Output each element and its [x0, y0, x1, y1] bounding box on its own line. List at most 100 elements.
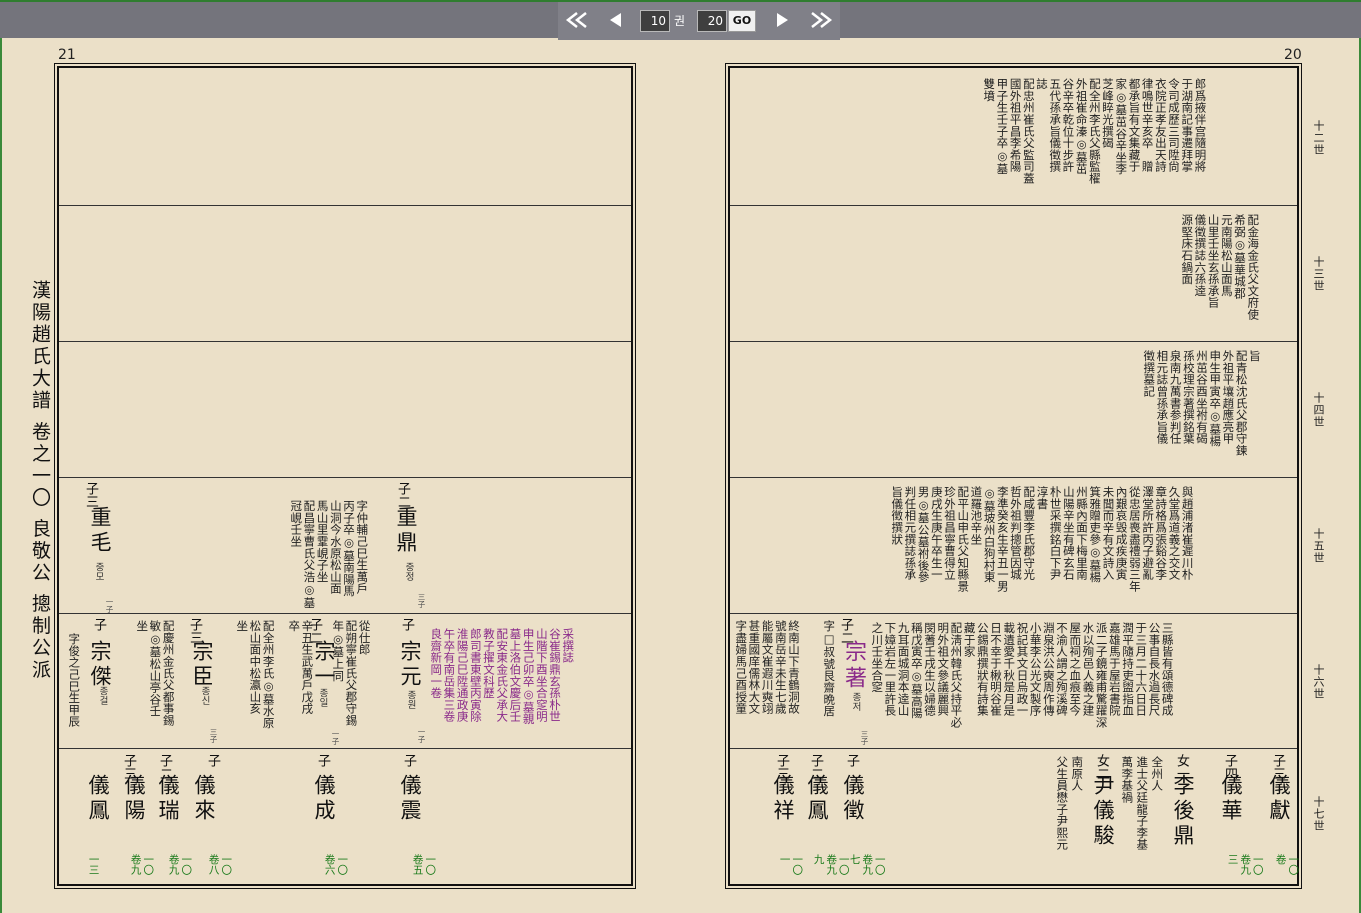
volume-reference: 一〇卷九三	[1226, 854, 1264, 875]
page-goto-input[interactable]: 20	[697, 10, 727, 32]
person-name: 尹儀駿	[1091, 774, 1115, 849]
text-column: 配慶州金氏父都事錫	[161, 620, 176, 727]
text-column: 都承旨有文集藏于	[1127, 78, 1142, 173]
person-name: 重毛	[88, 506, 112, 556]
text-column: 甲子生壬子卒◎墓	[995, 78, 1010, 175]
text-column: 丙子卒◎墓南陽馬	[342, 500, 357, 597]
text-column: 旨儀徵撰狀	[890, 486, 905, 545]
text-column: 州縣內面下梅里南	[1075, 486, 1090, 581]
text-column: 小華李公光文製序	[1028, 622, 1043, 717]
text-column: 良齋新岡一卷	[429, 628, 444, 699]
text-column: 澤堂所許丙子避亂	[1141, 486, 1156, 581]
text-column: 全州人	[1150, 756, 1165, 792]
text-column: 郎爲掖伴宫隨明將	[1193, 78, 1208, 173]
record-text: 旨配青松沈氏父郡守鍊 外祖平壤趙應亮甲 申生甲寅卒◎墓楊 州茁谷酉坐祔有碣 孫校理宗著撰…	[1142, 350, 1262, 474]
text-column: 谷崔錫鼎玄孫朴世	[548, 628, 563, 723]
child-count: 一子	[417, 728, 426, 743]
text-column: 國外祖平昌李希陽	[1008, 78, 1023, 173]
text-column: 配全州李氏◎墓水原	[261, 620, 276, 729]
person-name: 儀徵	[841, 774, 865, 824]
person-name: 儀鳳	[805, 774, 829, 824]
text-column: 馬山里䨣峴子坐	[315, 500, 330, 583]
volume-unit-label: 권	[674, 14, 686, 28]
text-column: 章詩格爲張谿谷李	[1154, 486, 1169, 581]
text-column: 從仕郎	[357, 620, 372, 656]
volume-reference: 一〇卷九七	[848, 854, 886, 875]
text-column: 道羅池辛坐	[969, 486, 984, 545]
text-column: 配安東金氏父承大	[495, 628, 510, 723]
korean-reading: 종일	[317, 688, 328, 707]
text-column: 之川壬坐合窆	[870, 622, 885, 693]
person-notes: 終南山下青鶴洞故 號南岳辛未生七歲 能屬文崔遐川奭翊 甚重國庠儒林大文 字盡婦馬己酉授童	[734, 620, 801, 740]
record-text: 三縣皆有頌德碑成 公事自長水過長尺 于三月二十六日日 潤平隨持吏盥指血 嘉雄馬于屋岩書院…	[870, 622, 1174, 746]
text-column: 判任相元撰誌孫承	[903, 486, 918, 581]
last-page-button[interactable]	[808, 10, 834, 32]
person-notes: 字□叔號艮齋晩居	[822, 620, 837, 717]
generation-label: 十六世	[1312, 664, 1325, 700]
child-count: 三子	[860, 730, 869, 745]
text-column: 源堅床石鍋面	[1180, 214, 1195, 285]
child-count: 三子	[209, 728, 218, 743]
text-column: 與趙浦渚崔遲川朴	[1180, 486, 1195, 581]
text-column: 配青松沈氏父郡守鍊	[1234, 350, 1249, 457]
spine-title: 漢陽趙氏大譜 卷之一〇 良敬公 摠制公派	[29, 280, 51, 682]
person-name: 儀瑞	[156, 774, 180, 824]
text-column: 孫校理宗著撰銘葉	[1181, 350, 1196, 445]
text-column: 家◎墓茁谷辛坐李	[1114, 78, 1129, 175]
text-column: 萬李基禍	[1120, 756, 1135, 804]
text-column: 珍外祖昌寧曹得立	[943, 486, 958, 581]
person-notes: 字仲輔己巳生萬戶 丙子卒◎墓南陽馬 山洞今水原松山面 馬山里䨣峴子坐 配昌寧曹氏父浩◎墓…	[289, 500, 369, 610]
text-column: 屋而祠之血痕至今	[1068, 622, 1083, 717]
text-column: 泉南九萬書参判任	[1168, 350, 1183, 445]
text-column: 谷辛卒乾位十步許	[1061, 78, 1076, 173]
volume-reference: 一〇卷八	[207, 854, 233, 875]
viewer-toolbar: 10 권 20 GO	[0, 0, 1361, 40]
go-button[interactable]: GO	[728, 10, 756, 32]
text-column: 字俊之己巳生甲辰	[67, 633, 82, 728]
person-notes-extra: 辛丑生武萬戶戊戌卒	[287, 620, 314, 740]
volume-reference: 一〇卷六	[323, 854, 349, 875]
double-right-icon	[811, 12, 833, 28]
spouse-column: 配昌寧曹氏父浩◎墓	[302, 500, 317, 609]
text-column: 配金海金氏父文府使	[1246, 214, 1261, 321]
text-column: 配咸豐李氏郡守光	[1022, 486, 1037, 581]
text-column: 儀徵撰誌六孫逵	[1193, 214, 1208, 297]
left-page-number: 21	[58, 47, 76, 63]
volume-input[interactable]: 10	[640, 10, 670, 32]
text-column: 山階下酉坐合窆明	[534, 628, 549, 723]
relation-label: 子	[315, 754, 330, 767]
korean-reading: 종원	[405, 690, 416, 709]
person-notes: 配全州李氏◎墓水原 松山面中松瀛山亥坐	[235, 620, 275, 740]
text-column: 稱戊寅卒◎墓高陽	[909, 622, 924, 719]
text-column: 日不幸于楸明谷崔	[989, 622, 1004, 717]
text-column: 配平山申氏父知縣景	[956, 486, 971, 593]
generation-label: 十四世	[1312, 392, 1325, 428]
text-column: ◎墓坡州白狗村東	[982, 486, 997, 583]
text-column: 淮陽己巳陞通政庚	[455, 628, 470, 723]
prev-page-button[interactable]	[606, 10, 624, 32]
relation-label: 子	[844, 754, 859, 767]
generation-label: 十七世	[1312, 796, 1325, 832]
volume-reference: 一三	[87, 854, 100, 875]
first-page-button[interactable]	[564, 10, 590, 32]
left-frame-border	[0, 38, 2, 913]
text-column: 衣院正孝友出天詩	[1153, 78, 1168, 173]
text-column: 申生己卯卒◎墓親	[521, 628, 536, 725]
text-column: 進士父廷龍子李基	[1135, 756, 1150, 851]
text-column: 于湖南記事遷拜掌	[1180, 78, 1195, 173]
person-name: 宗著	[841, 640, 866, 692]
text-column: 配全州李氏父縣監櫂	[1087, 78, 1102, 185]
text-column: 山陽辛坐有碑玄石	[1061, 486, 1076, 581]
text-column: 男◎墓公墓祔後參	[916, 486, 931, 583]
text-column: 閔蓍壬戌生以婦德	[923, 622, 938, 717]
generation-label: 十二世	[1312, 120, 1325, 156]
text-column: 教子擢文科歷	[482, 628, 497, 699]
text-column: 配忠州崔氏父監司蓋	[1021, 78, 1036, 185]
relation-label: 子	[399, 618, 414, 631]
text-column: 松山面中松瀛山亥	[248, 620, 263, 715]
volume-reference: 一〇卷九	[129, 854, 155, 875]
left-arrow-icon	[610, 13, 621, 27]
person-name: 儀成	[312, 774, 336, 824]
korean-reading: 종걸	[97, 686, 108, 705]
next-page-button[interactable]	[774, 10, 792, 32]
